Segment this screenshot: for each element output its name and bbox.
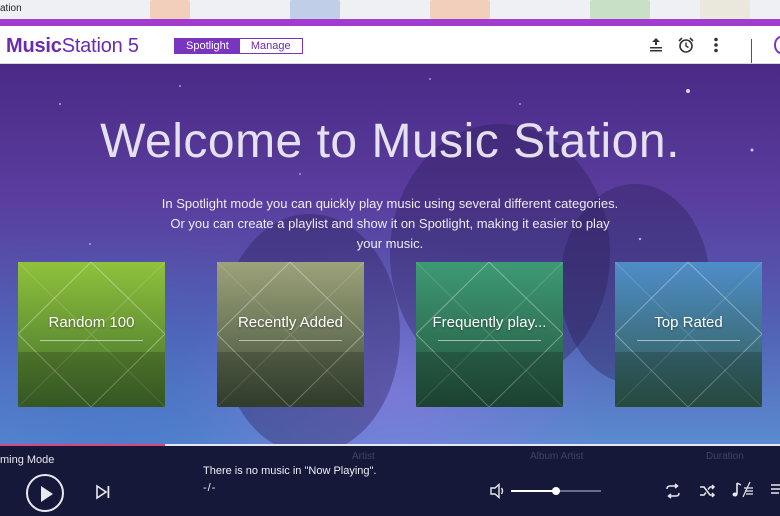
playlist-icon[interactable] [770,482,780,498]
streaming-mode-label[interactable]: ming Mode [0,454,54,466]
more-vertical-icon[interactable] [707,36,725,54]
tab-manage[interactable]: Manage [239,39,302,53]
time-display: -/- [203,482,217,494]
tile-recently-added[interactable]: Recently Added [217,262,364,407]
background-thumbnail [150,0,190,19]
tile-diamond-pattern [217,262,364,407]
tile-underline [438,340,541,341]
user-icon[interactable] [774,36,780,54]
upload-queue-icon[interactable] [647,36,665,54]
ghost-column-label: Duration [706,451,744,462]
volume-icon[interactable] [489,483,507,499]
tile-label: Top Rated [654,314,723,331]
tab-spotlight[interactable]: Spotlight [175,39,240,53]
logo-rest: Station 5 [61,35,139,57]
alarm-clock-icon[interactable] [677,36,695,54]
header-divider [751,39,752,63]
repeat-icon[interactable] [664,482,682,500]
tile-diamond-pattern [18,262,165,407]
volume-slider-knob[interactable] [552,487,560,495]
tile-random-100[interactable]: Random 100 [18,262,165,407]
logo-strong: Music [6,35,62,57]
now-playing-status: There is no music in "Now Playing". [203,465,377,477]
app-header: MusicStation 5 Spotlight Manage [0,26,780,64]
tile-frequently-played[interactable]: Frequently play... [416,262,563,407]
ghost-column-label: Artist [352,451,375,462]
tile-underline [239,340,342,341]
tile-diamond-pattern [615,262,762,407]
volume-slider[interactable] [511,487,601,495]
tile-label: Frequently play... [432,314,547,331]
tile-top-rated[interactable]: Top Rated [615,262,762,407]
background-thumbnail [590,0,650,19]
background-thumbnail [700,0,750,19]
background-thumbnail [290,0,340,19]
background-window-strip: ation [0,0,780,19]
tile-diamond-pattern [416,262,563,407]
shuffle-icon[interactable] [698,482,716,500]
tile-underline [637,340,740,341]
play-button[interactable] [26,474,64,512]
volume-slider-fill [511,490,556,492]
tile-label: Recently Added [237,314,344,331]
player-bar [0,446,780,516]
mode-tabs: Spotlight Manage [174,38,303,54]
welcome-title: Welcome to Music Station. [100,115,680,168]
skip-next-icon[interactable] [95,484,111,500]
background-window-title: ation [0,3,22,14]
app-accent-bar [0,19,780,26]
spotlight-intro: In Spotlight mode you can quickly play m… [161,196,619,251]
lyrics-icon[interactable] [731,480,755,500]
tile-underline [40,340,143,341]
background-thumbnail [430,0,490,19]
spotlight-hero: Welcome to Music Station. In Spotlight m… [0,64,780,446]
ghost-column-label: Album Artist [530,451,584,462]
app-logo: MusicStation 5 [6,35,139,58]
tile-label: Random 100 [48,314,135,331]
